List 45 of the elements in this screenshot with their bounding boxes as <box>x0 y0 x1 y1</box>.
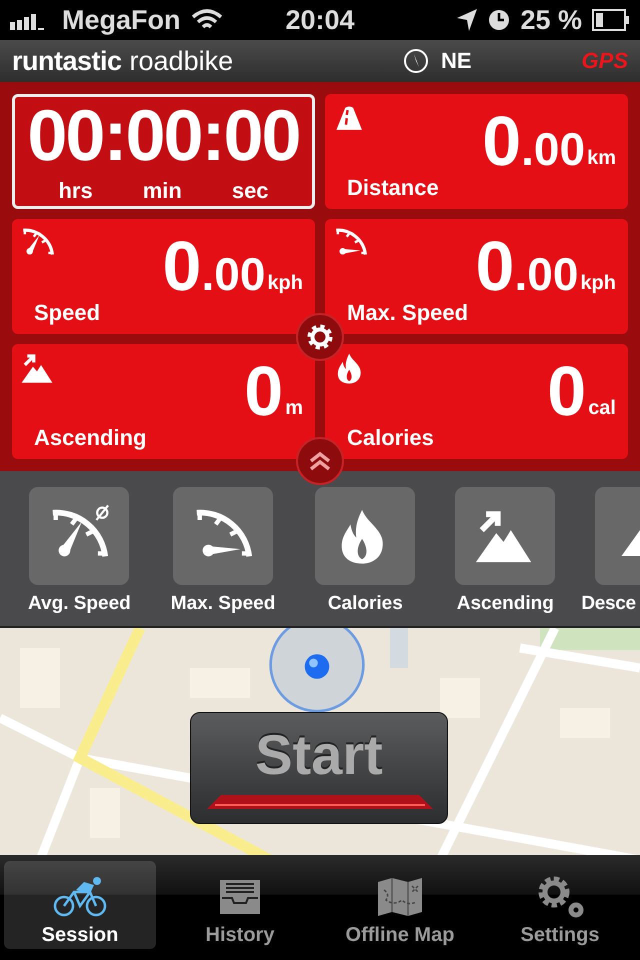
metric-tile[interactable]: 0 cal Calories <box>325 344 628 459</box>
settings-icon <box>305 322 335 352</box>
metric-value: 0 <box>244 356 284 426</box>
tab[interactable]: History <box>164 861 316 949</box>
carrier-name: MegaFon <box>62 4 180 36</box>
timer-unit: hrs <box>58 178 93 204</box>
metric-value: 0.00 <box>162 231 266 301</box>
compass-icon <box>403 48 430 74</box>
start-button[interactable]: Start <box>190 712 448 824</box>
battery-percent: 25 % <box>520 4 582 36</box>
chevron-up-icon <box>308 450 332 472</box>
product-name: roadbike <box>130 46 234 76</box>
metric-label: Calories <box>347 425 434 451</box>
metric-label: Ascending <box>34 425 146 451</box>
metric-label: Speed <box>34 300 100 326</box>
timer-unit: sec <box>232 178 269 204</box>
metric-value: 0.00 <box>482 106 586 176</box>
compass-heading: NE <box>441 48 472 74</box>
metric-unit: kph <box>580 272 616 295</box>
gps-indicator: GPS <box>582 48 628 74</box>
clock-time: 20:04 <box>285 4 355 36</box>
metric-tile[interactable]: 0.00 km Distance <box>325 94 628 209</box>
metric-unit: cal <box>588 397 616 420</box>
timer-value: 00:00:00 <box>27 100 300 172</box>
battery-icon <box>592 9 630 31</box>
metric-unit: m <box>285 397 303 420</box>
tab[interactable]: Offline Map <box>324 861 476 949</box>
brand-logo: runtastic <box>12 46 122 76</box>
timer-unit: min <box>142 178 182 204</box>
metric-tile[interactable]: 0 m Ascending <box>12 344 315 459</box>
tab[interactable]: Session <box>4 861 156 949</box>
metric-label: Distance <box>347 175 439 201</box>
metric-unit: km <box>587 147 616 170</box>
tab[interactable]: Settings <box>484 861 636 949</box>
metric-value: 0 <box>547 356 586 426</box>
timer-tile[interactable]: 00:00:00 hrs min sec <box>12 94 315 209</box>
metric-tile[interactable]: 0.00 kph Speed <box>12 219 315 334</box>
location-arrow-icon <box>456 8 478 32</box>
metric-tile[interactable]: 0.00 kph Max. Speed <box>325 219 628 334</box>
metric-label: Max. Speed <box>347 300 468 326</box>
metric-unit: kph <box>267 272 303 295</box>
metric-value: 0.00 <box>476 231 578 301</box>
mountain-arrow-icon <box>20 352 54 386</box>
clock-icon <box>488 9 510 31</box>
cyclist-icon <box>52 876 108 918</box>
